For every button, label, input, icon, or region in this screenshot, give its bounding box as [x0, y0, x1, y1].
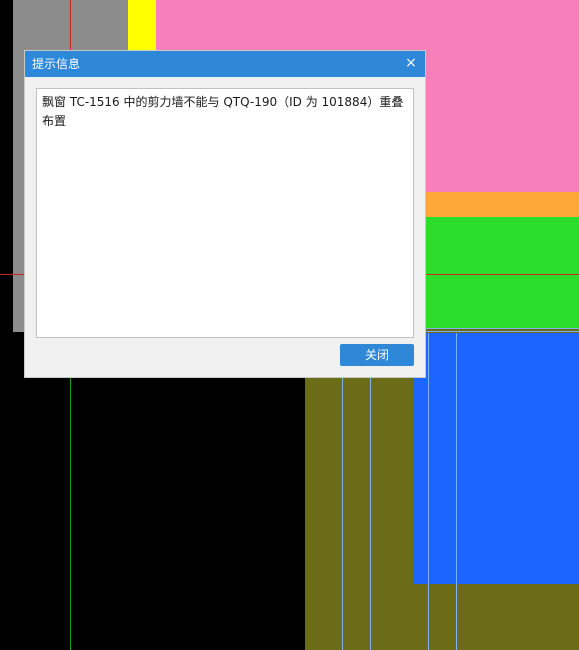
red-axis-line: [70, 0, 71, 50]
wall-line-vertical: [342, 378, 343, 650]
wall-line-horizontal: [426, 331, 579, 332]
close-icon[interactable]: ×: [404, 55, 418, 71]
wall-line-vertical: [456, 333, 457, 650]
green-block: [426, 217, 579, 328]
dialog-title: 提示信息: [32, 57, 81, 71]
wall-line-vertical: [428, 333, 429, 650]
yellow-block: [128, 0, 156, 50]
wall-line-horizontal: [426, 328, 579, 329]
orange-strip: [426, 192, 579, 217]
green-axis-line: [70, 378, 71, 650]
blue-block: [414, 333, 579, 584]
wall-line-vertical: [370, 378, 371, 650]
message-text: 飘窗 TC-1516 中的剪力墙不能与 QTQ-190（ID 为 101884）…: [42, 95, 404, 128]
dialog-titlebar[interactable]: 提示信息 ×: [25, 51, 425, 77]
message-textbox[interactable]: 飘窗 TC-1516 中的剪力墙不能与 QTQ-190（ID 为 101884）…: [36, 88, 414, 338]
close-button[interactable]: 关闭: [340, 344, 414, 366]
message-dialog: 提示信息 × 飘窗 TC-1516 中的剪力墙不能与 QTQ-190（ID 为 …: [24, 50, 426, 378]
